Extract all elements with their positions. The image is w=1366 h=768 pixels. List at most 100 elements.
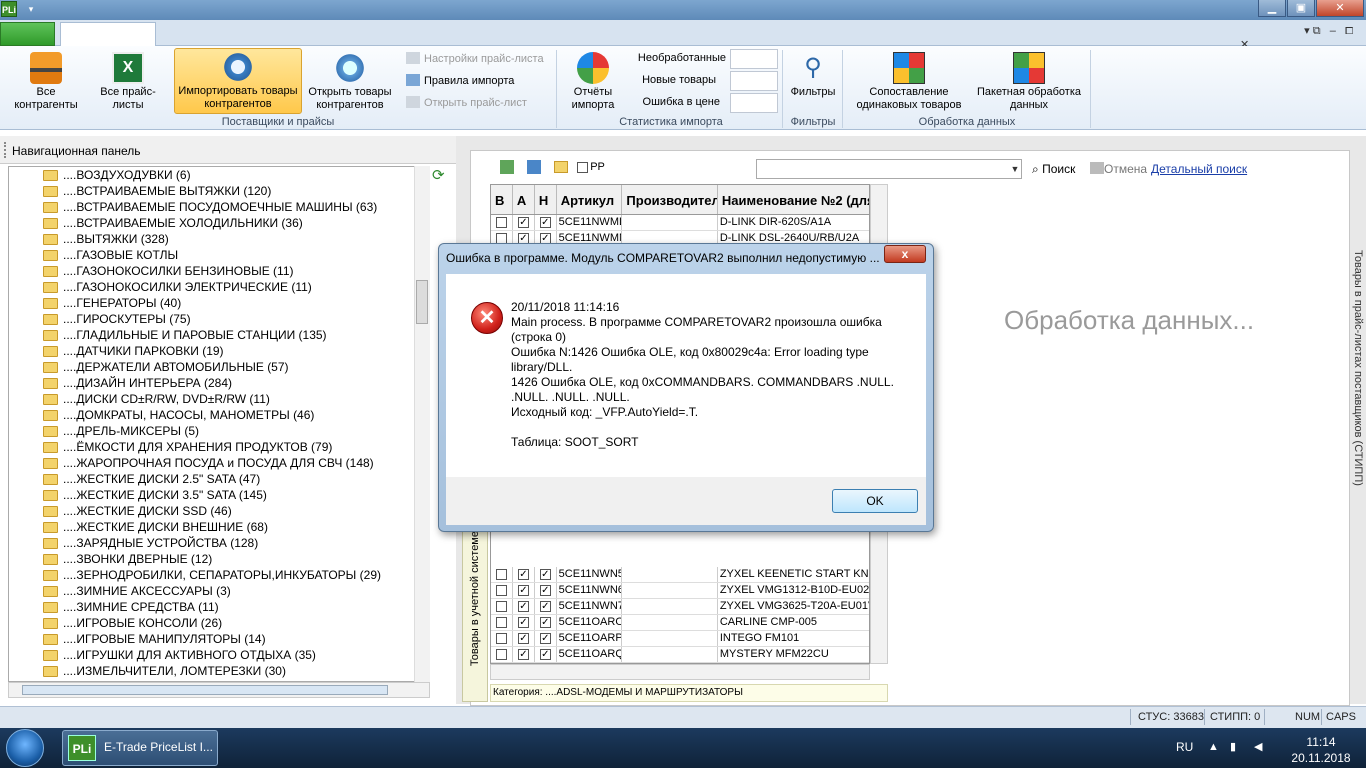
- import-reports-button[interactable]: Отчёты импорта: [560, 50, 626, 112]
- tree-item[interactable]: ....ЁМКОСТИ ДЛЯ ХРАНЕНИЯ ПРОДУКТОВ (79): [9, 439, 429, 455]
- cell-a[interactable]: ✓: [513, 599, 535, 614]
- checkbox[interactable]: [496, 217, 507, 228]
- close-window-icon[interactable]: ✕: [1316, 0, 1364, 17]
- tree-item[interactable]: ....ЗИМНИЕ СРЕДСТВА (11): [9, 599, 429, 615]
- checkbox[interactable]: ✓: [539, 633, 551, 644]
- tree-item[interactable]: ....ГЕНЕРАТОРЫ (40): [9, 295, 429, 311]
- tree-item[interactable]: ....ЗЕРНОДРОБИЛКИ, СЕПАРАТОРЫ,ИНКУБАТОРЫ…: [9, 567, 429, 583]
- tree-item[interactable]: ....ЖЕСТКИЕ ДИСКИ ВНЕШНИЕ (68): [9, 519, 429, 535]
- maximize-icon[interactable]: ▣: [1287, 0, 1315, 17]
- category-tree[interactable]: ....ВОЗДУХОДУВКИ (6) ....ВСТРАИВАЕМЫЕ ВЫТ…: [8, 166, 430, 682]
- cell-v[interactable]: [491, 615, 513, 630]
- checkbox[interactable]: ✓: [539, 585, 551, 596]
- tree-item[interactable]: ....ГЛАДИЛЬНЫЕ И ПАРОВЫЕ СТАНЦИИ (135): [9, 327, 429, 343]
- tree-item[interactable]: ....ЗИМНИЕ АКСЕССУАРЫ (3): [9, 583, 429, 599]
- folder-icon[interactable]: [554, 161, 569, 173]
- cell-a[interactable]: ✓: [513, 647, 535, 662]
- tree-item[interactable]: ....ВСТРАИВАЕМЫЕ ХОЛОДИЛЬНИКИ (36): [9, 215, 429, 231]
- tree-item[interactable]: ....ЖЕСТКИЕ ДИСКИ SSD (46): [9, 503, 429, 519]
- col-header-sku[interactable]: Артикул: [557, 185, 623, 214]
- volume-icon[interactable]: ◀: [1254, 741, 1268, 754]
- export-icon[interactable]: [500, 160, 514, 174]
- cell-v[interactable]: [491, 631, 513, 646]
- tree-item[interactable]: ....ВОЗДУХОДУВКИ (6): [9, 167, 429, 183]
- minimize-icon[interactable]: ▁: [1258, 0, 1286, 17]
- import-rules-button[interactable]: Правила импорта: [406, 72, 514, 90]
- cell-a[interactable]: ✓: [513, 215, 535, 230]
- cell-v[interactable]: [491, 647, 513, 662]
- cell-n[interactable]: ✓: [535, 647, 557, 662]
- quick-access-dropdown-icon[interactable]: ▾: [20, 2, 42, 17]
- col-header-v[interactable]: В: [491, 185, 513, 214]
- tree-item[interactable]: ....ЖЕСТКИЕ ДИСКИ 3.5" SATA (145): [9, 487, 429, 503]
- table-row[interactable]: ✓ ✓ 5CE11OARP INTEGO FM101: [491, 631, 869, 647]
- refresh-icon[interactable]: ⟳: [432, 168, 450, 184]
- tree-item[interactable]: ....ГАЗОНОКОСИЛКИ ЭЛЕКТРИЧЕСКИЕ (11): [9, 279, 429, 295]
- checkbox[interactable]: [496, 633, 507, 644]
- pp-checkbox[interactable]: [577, 161, 589, 173]
- dialog-close-button[interactable]: x: [884, 245, 926, 263]
- tree-vertical-scrollbar[interactable]: [414, 166, 430, 682]
- search-button[interactable]: ⌕ Поиск: [1032, 162, 1075, 177]
- language-indicator[interactable]: RU: [1176, 740, 1193, 754]
- tab-accounting-goods[interactable]: Товары в учетной системе: [462, 524, 488, 702]
- filters-button[interactable]: ⚲ Фильтры: [786, 50, 840, 99]
- cell-v[interactable]: [491, 599, 513, 614]
- tree-item[interactable]: ....ЗАРЯДНЫЕ УСТРОЙСТВА (128): [9, 535, 429, 551]
- table-row[interactable]: ✓ ✓ 5CE11OARQ MYSTERY MFM22CU: [491, 647, 869, 663]
- checkbox[interactable]: ✓: [539, 617, 551, 628]
- file-menu-tab[interactable]: [0, 22, 55, 46]
- cell-a[interactable]: ✓: [513, 615, 535, 630]
- cell-v[interactable]: [491, 583, 513, 598]
- mdi-window-controls[interactable]: ▾ ⧉ – ⧠ ✕: [1240, 24, 1360, 51]
- batch-processing-button[interactable]: Пакетная обработка данных: [974, 50, 1084, 112]
- checkbox[interactable]: [496, 617, 507, 628]
- app-icon[interactable]: PLi: [1, 1, 17, 17]
- tree-item[interactable]: ....ДЕРЖАТЕЛИ АВТОМОБИЛЬНЫЕ (57): [9, 359, 429, 375]
- tree-item[interactable]: ....ДАТЧИКИ ПАРКОВКИ (19): [9, 343, 429, 359]
- all-pricelists-button[interactable]: X Все прайс-листы: [88, 50, 168, 112]
- tree-item[interactable]: ....ИЗМЕЛЬЧИТЕЛИ, ЛОМТЕРЕЗКИ (30): [9, 663, 429, 679]
- tree-item[interactable]: ....ИГРОВЫЕ КОНСОЛИ (26): [9, 615, 429, 631]
- cell-a[interactable]: ✓: [513, 631, 535, 646]
- tree-item[interactable]: ....ГАЗОВЫЕ КОТЛЫ: [9, 247, 429, 263]
- table-row[interactable]: ✓ ✓ 5CE11NWML D-LINK DIR-620S/A1A: [491, 215, 869, 231]
- checkbox[interactable]: ✓: [517, 569, 529, 580]
- tree-hscroll-thumb[interactable]: [22, 685, 388, 695]
- tree-item[interactable]: ....ВЫТЯЖКИ (328): [9, 231, 429, 247]
- tab-home[interactable]: [60, 22, 156, 47]
- checkbox[interactable]: ✓: [517, 633, 529, 644]
- tree-item[interactable]: ....ЖАРОПРОЧНАЯ ПОСУДА и ПОСУДА ДЛЯ СВЧ …: [9, 455, 429, 471]
- cancel-search-button[interactable]: Отмена: [1090, 162, 1147, 176]
- checkbox[interactable]: ✓: [539, 649, 551, 660]
- checkbox[interactable]: [496, 601, 507, 612]
- checkbox[interactable]: ✓: [517, 217, 529, 228]
- col-header-a[interactable]: А: [513, 185, 535, 214]
- cell-v[interactable]: [491, 215, 513, 230]
- checkbox[interactable]: ✓: [539, 217, 551, 228]
- open-pricelist-button[interactable]: Открыть прайс-лист: [406, 94, 527, 112]
- all-contractors-button[interactable]: Все контрагенты: [4, 50, 88, 112]
- checkbox[interactable]: [496, 585, 507, 596]
- tree-item[interactable]: ....ВСТРАИВАЕМЫЕ ПОСУДОМОЕЧНЫЕ МАШИНЫ (6…: [9, 199, 429, 215]
- tree-item[interactable]: ....ЗВОНКИ ДВЕРНЫЕ (12): [9, 551, 429, 567]
- table-row[interactable]: ✓ ✓ 5CE11NWN7 ZYXEL VMG3625-T20A-EU01V1F: [491, 599, 869, 615]
- tree-item[interactable]: ....ГИРОСКУТЕРЫ (75): [9, 311, 429, 327]
- network-icon[interactable]: ▮: [1230, 741, 1244, 754]
- tree-scroll-thumb[interactable]: [416, 280, 428, 324]
- clock[interactable]: 11:14 20.11.2018: [1290, 734, 1352, 766]
- cell-a[interactable]: ✓: [513, 583, 535, 598]
- tree-item[interactable]: ....ЖЕСТКИЕ ДИСКИ 2.5" SATA (47): [9, 471, 429, 487]
- table-row[interactable]: ✓ ✓ 5CE11OARO CARLINE CMP-005: [491, 615, 869, 631]
- tree-item[interactable]: ....ДОМКРАТЫ, НАСОСЫ, МАНОМЕТРЫ (46): [9, 407, 429, 423]
- tray-expand-icon[interactable]: ▲: [1208, 741, 1222, 754]
- grip-icon[interactable]: [4, 142, 7, 158]
- open-contractor-goods-button[interactable]: Открыть товары контрагентов: [304, 50, 396, 112]
- tree-item[interactable]: ....ИГРОВЫЕ МАНИПУЛЯТОРЫ (14): [9, 631, 429, 647]
- tree-item[interactable]: ....ДИСКИ CD±R/RW, DVD±R/RW (11): [9, 391, 429, 407]
- checkbox[interactable]: [496, 649, 507, 660]
- cell-v[interactable]: [491, 567, 513, 582]
- tab-supplier-pricelists[interactable]: Товары в прайс-листах поставщиков (СТИПП…: [1344, 250, 1364, 500]
- cell-a[interactable]: ✓: [513, 567, 535, 582]
- grid-horizontal-scrollbar[interactable]: [490, 664, 870, 680]
